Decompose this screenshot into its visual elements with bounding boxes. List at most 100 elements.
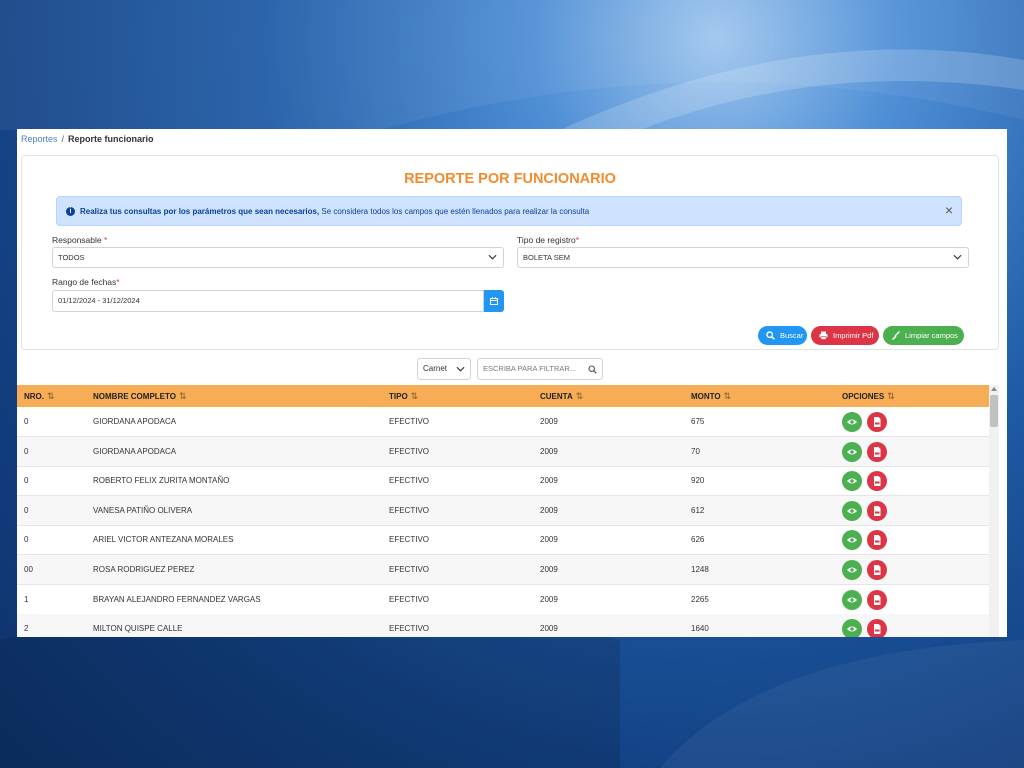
view-button[interactable] (842, 471, 862, 492)
cell-tipo: EFECTIVO (389, 417, 430, 426)
cell-nro: 0 (24, 446, 29, 456)
eye-icon (847, 597, 857, 603)
responsable-select[interactable]: TODOS (52, 247, 504, 268)
buscar-button[interactable]: Buscar (758, 326, 807, 345)
sort-icon: ⇅ (723, 391, 732, 401)
rango-fechas-label: Rango de fechas* (52, 277, 120, 287)
header-tipo[interactable]: TIPO ⇅ (389, 385, 418, 407)
header-monto[interactable]: MONTO ⇅ (691, 385, 731, 407)
view-button[interactable] (842, 412, 862, 432)
breadcrumb-link-reportes[interactable]: Reportes (21, 134, 58, 144)
printer-icon (819, 331, 828, 340)
table-row: 0 ARIEL VICTOR ANTEZANA MORALES EFECTIVO 20… (17, 525, 989, 556)
cell-monto: 1640 (691, 624, 709, 634)
view-button[interactable] (842, 619, 862, 637)
pdf-button[interactable] (867, 530, 887, 551)
cell-nro: 0 (24, 417, 29, 426)
view-button[interactable] (842, 589, 862, 610)
view-button[interactable] (842, 530, 862, 551)
cell-nombre: ROBERTO FELIX ZURITA MONTAÑO (93, 476, 230, 486)
chevron-down-icon (488, 254, 497, 260)
required-mark: * (575, 235, 580, 245)
eye-icon (847, 478, 857, 484)
table-row: 0 GIORDANA APODACA EFECTIVO 2009 70 (17, 436, 989, 467)
eye-icon (847, 508, 857, 514)
table-scrollbar[interactable] (989, 385, 999, 637)
pdf-icon (874, 446, 881, 457)
table-header: NRO. ⇅ NOMBRE COMPLETO ⇅ TIPO ⇅ CUENTA ⇅ MON… (17, 385, 989, 407)
table-row: 2 MILTON QUISPE CALLE EFECTIVO 2009 1640 (17, 614, 989, 637)
pdf-icon (874, 505, 881, 516)
cell-nombre: VANESA PATIÑO OLIVERA (93, 505, 193, 515)
cell-cuenta: 2009 (540, 505, 558, 515)
header-nombre[interactable]: NOMBRE COMPLETO ⇅ (93, 385, 187, 407)
cell-nro: 2 (24, 624, 29, 634)
filter-text-input[interactable]: ESCRIBA PARA FILTRAR... (477, 358, 603, 380)
pdf-button[interactable] (867, 500, 887, 521)
view-button[interactable] (842, 560, 862, 580)
view-button[interactable] (842, 441, 862, 462)
page-title: REPORTE POR FUNCIONARIO (404, 171, 616, 187)
scrollbar-thumb[interactable] (990, 395, 998, 427)
cell-monto: 920 (691, 476, 705, 486)
info-alert: i Realiza tus consultas por los parámetr… (56, 196, 962, 226)
cell-cuenta: 2009 (540, 535, 558, 545)
table-row: 0 GIORDANA APODACA EFECTIVO 2009 675 (17, 407, 989, 437)
header-opciones[interactable]: OPCIONES ⇅ (842, 385, 895, 407)
header-tipo-label: TIPO (389, 392, 408, 401)
imprimir-pdf-button[interactable]: Imprimir Pdf (811, 326, 879, 345)
sort-icon: ⇅ (47, 391, 55, 401)
imprimir-pdf-label: Imprimir Pdf (833, 331, 874, 340)
pdf-button[interactable] (867, 412, 887, 432)
header-opciones-label: OPCIONES (842, 392, 885, 401)
tipo-registro-select[interactable]: BOLETA SEM (517, 247, 969, 268)
header-cuenta-label: CUENTA (540, 392, 573, 401)
cell-cuenta: 2009 (540, 594, 558, 604)
cell-tipo: EFECTIVO (389, 446, 430, 456)
chevron-down-icon (953, 254, 962, 260)
limpiar-campos-button[interactable]: Limpiar campos (883, 326, 964, 345)
sort-icon: ⇅ (575, 391, 584, 401)
required-mark: * (104, 235, 108, 245)
calendar-button[interactable] (484, 290, 504, 312)
pdf-button[interactable] (867, 471, 887, 492)
cell-nombre: BRAYAN ALEJANDRO FERNANDEZ VARGAS (93, 594, 261, 604)
breadcrumb-separator: / (61, 134, 65, 144)
pdf-icon (874, 565, 881, 575)
filter-card: REPORTE POR FUNCIONARIO i Realiza tus co… (21, 155, 999, 350)
header-cuenta[interactable]: CUENTA ⇅ (540, 385, 583, 407)
search-icon (588, 365, 597, 374)
close-icon[interactable]: × (945, 203, 953, 217)
cell-nombre: GIORDANA APODACA (93, 446, 177, 456)
responsable-label: Responsable * (52, 235, 107, 245)
calendar-icon (490, 297, 498, 305)
cell-monto: 626 (691, 535, 705, 545)
pdf-button[interactable] (867, 589, 887, 610)
filter-placeholder: ESCRIBA PARA FILTRAR... (483, 364, 577, 373)
tipo-registro-label-text: Tipo de registro (517, 235, 576, 245)
pdf-icon (874, 476, 881, 487)
cell-nro: 0 (24, 505, 29, 515)
filter-field-select[interactable]: Carnet (417, 358, 471, 380)
cell-nombre: MILTON QUISPE CALLE (93, 624, 183, 634)
pdf-button[interactable] (867, 441, 887, 462)
header-nombre-label: NOMBRE COMPLETO (93, 392, 176, 401)
table-row: 00 ROSA RODRIGUEZ PEREZ EFECTIVO 2009 1248 (17, 555, 989, 585)
cell-nro: 00 (24, 565, 33, 574)
tipo-registro-label: Tipo de registro* (517, 235, 579, 245)
eye-icon (847, 537, 857, 543)
pdf-button[interactable] (867, 619, 887, 637)
pdf-button[interactable] (867, 560, 887, 580)
breadcrumb-current: Reporte funcionario (68, 134, 154, 144)
pdf-icon (874, 624, 881, 635)
cell-cuenta: 2009 (540, 476, 558, 486)
breadcrumb: Reportes / Reporte funcionario (21, 134, 154, 144)
scroll-up-arrow[interactable] (991, 387, 997, 391)
view-button[interactable] (842, 500, 862, 521)
cell-monto: 1248 (691, 565, 709, 574)
header-nro[interactable]: NRO. ⇅ (24, 385, 55, 407)
cell-cuenta: 2009 (540, 446, 558, 456)
pdf-icon (874, 594, 881, 605)
buscar-label: Buscar (780, 331, 804, 340)
date-range-input[interactable]: 01/12/2024 - 31/12/2024 (52, 290, 484, 312)
